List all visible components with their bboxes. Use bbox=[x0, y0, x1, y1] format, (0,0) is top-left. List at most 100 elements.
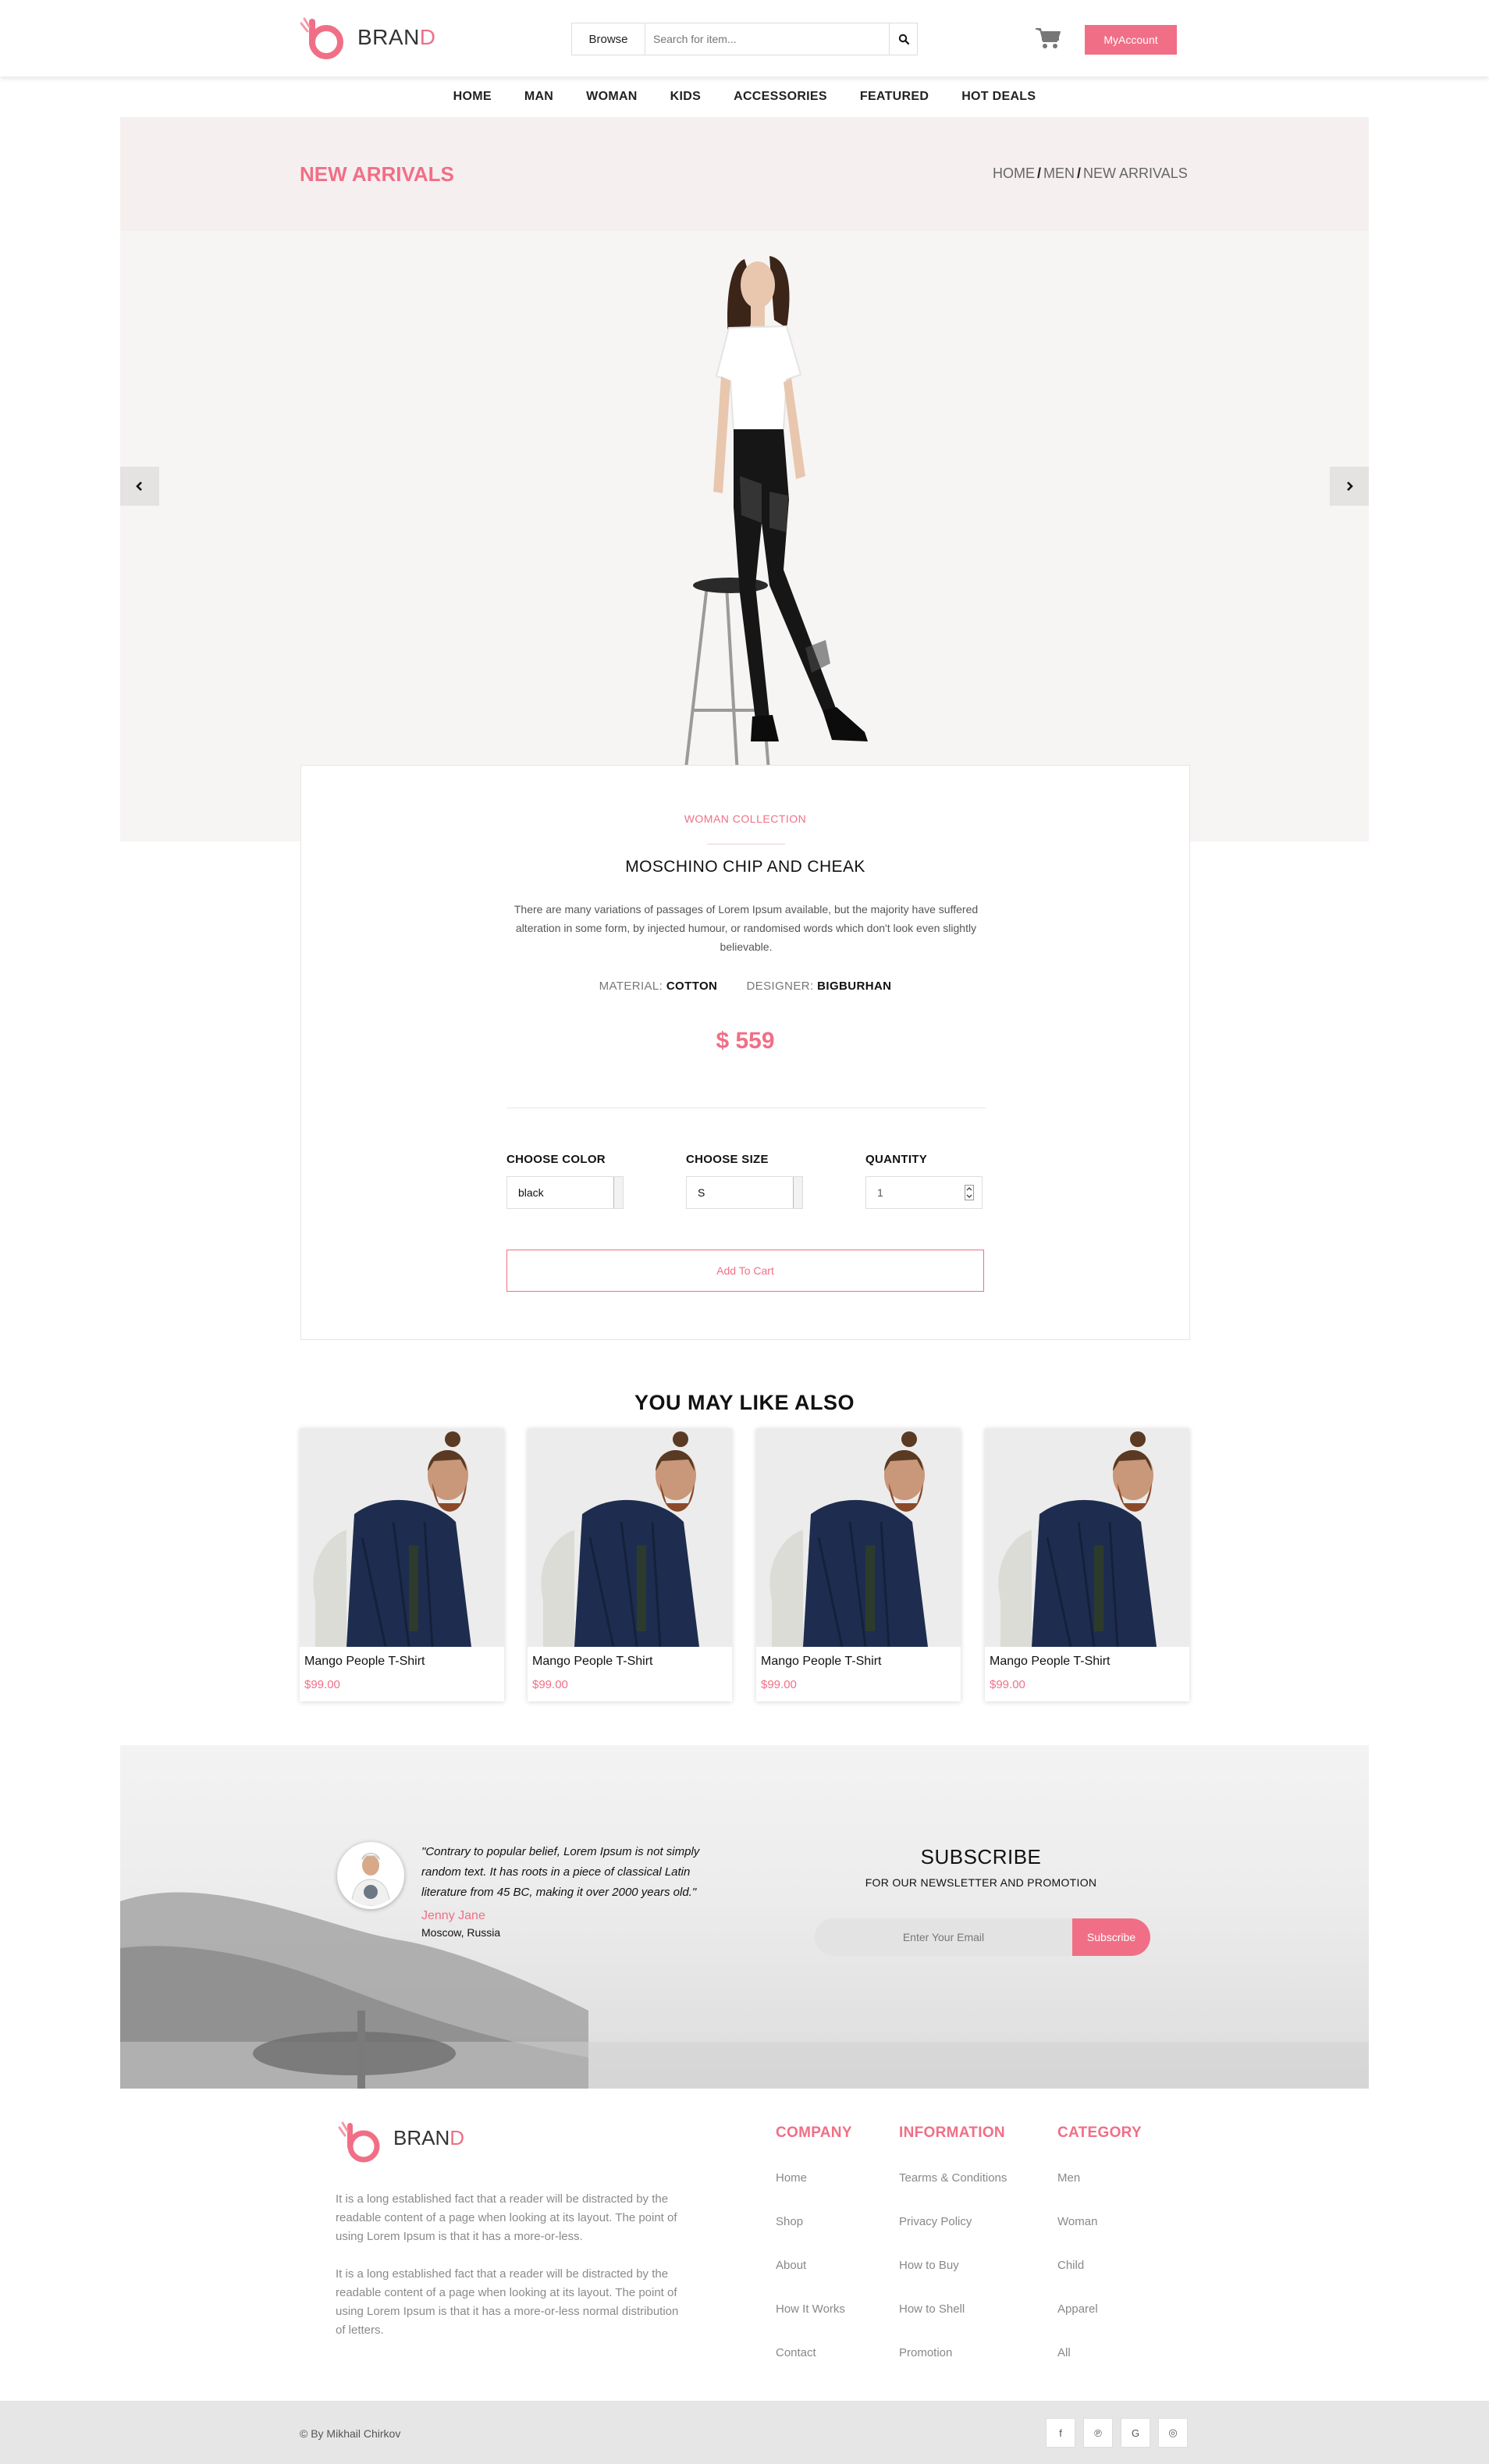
footer-link[interactable]: How to Buy bbox=[899, 2259, 959, 2272]
footer-link[interactable]: Shop bbox=[776, 2215, 803, 2228]
pinterest-icon[interactable]: ℗ bbox=[1083, 2418, 1113, 2448]
quantity-value: 1 bbox=[877, 1186, 883, 1199]
footer-link[interactable]: Contact bbox=[776, 2346, 816, 2359]
material-label: MATERIAL: bbox=[599, 980, 663, 993]
nav-hot-deals[interactable]: HOT DEALS bbox=[945, 90, 1052, 104]
related-product-card[interactable]: Mango People T-Shirt $99.00 bbox=[528, 1428, 732, 1701]
stepper-arrows-icon[interactable] bbox=[965, 1185, 974, 1200]
designer-value: BIGBURHAN bbox=[817, 980, 892, 993]
material-value: COTTON bbox=[666, 980, 718, 993]
related-product-price: $99.00 bbox=[532, 1678, 568, 1691]
nav-accessories[interactable]: ACCESSORIES bbox=[717, 90, 844, 104]
product-price: $ 559 bbox=[716, 1028, 775, 1054]
related-product-name[interactable]: Mango People T-Shirt bbox=[761, 1655, 881, 1669]
chevron-right-icon bbox=[1347, 482, 1353, 491]
search-input[interactable] bbox=[645, 23, 889, 55]
product-description: There are many variations of passages of… bbox=[514, 903, 979, 953]
site-header: BRAND Browse MyAccount bbox=[0, 0, 1489, 76]
related-section-title: YOU MAY LIKE ALSO bbox=[634, 1391, 855, 1414]
brand-logo[interactable]: BRAND bbox=[298, 14, 454, 64]
footer-link[interactable]: All bbox=[1057, 2346, 1071, 2359]
footer-bottom-bar bbox=[0, 2401, 1489, 2464]
related-product-price: $99.00 bbox=[761, 1678, 797, 1691]
my-account-button[interactable]: MyAccount bbox=[1085, 25, 1177, 55]
footer-link[interactable]: How to Shell bbox=[899, 2302, 965, 2316]
size-select-value: S bbox=[698, 1186, 705, 1199]
testimonial-avatar bbox=[337, 1842, 404, 1909]
related-product-name[interactable]: Mango People T-Shirt bbox=[990, 1655, 1110, 1669]
search-bar: Browse bbox=[571, 23, 918, 55]
quantity-label: QUANTITY bbox=[865, 1153, 928, 1166]
footer-about-text: It is a long established fact that a rea… bbox=[336, 2267, 679, 2337]
brand-name: BRAND bbox=[393, 2126, 465, 2149]
product-title: MOSCHINO CHIP AND CHEAK bbox=[625, 858, 865, 876]
nav-kids[interactable]: KIDS bbox=[654, 90, 717, 104]
chevron-left-icon bbox=[136, 482, 142, 491]
related-product-name[interactable]: Mango People T-Shirt bbox=[532, 1655, 652, 1669]
email-field[interactable]: Enter Your Email bbox=[815, 1918, 1072, 1956]
color-select-value: black bbox=[518, 1186, 544, 1199]
related-product-card[interactable]: Mango People T-Shirt $99.00 bbox=[756, 1428, 961, 1701]
subscribe-title: SUBSCRIBE bbox=[920, 1845, 1042, 1868]
related-product-name[interactable]: Mango People T-Shirt bbox=[304, 1655, 425, 1669]
cart-button[interactable] bbox=[1035, 27, 1061, 50]
search-button[interactable] bbox=[889, 23, 917, 55]
footer-link[interactable]: Apparel bbox=[1057, 2302, 1098, 2316]
testimonial-quote: "Contrary to popular belief, Lorem Ipsum… bbox=[421, 1845, 700, 1899]
instagram-icon[interactable]: ◎ bbox=[1158, 2418, 1188, 2448]
cart-icon bbox=[1036, 28, 1061, 48]
product-attributes: MATERIAL: COTTON DESIGNER: BIGBURHAN bbox=[301, 980, 1189, 993]
related-product-price: $99.00 bbox=[990, 1678, 1025, 1691]
browse-dropdown[interactable]: Browse bbox=[572, 23, 645, 55]
google-icon[interactable]: G bbox=[1121, 2418, 1150, 2448]
footer-link[interactable]: Home bbox=[776, 2171, 807, 2185]
product-thumbnail[interactable] bbox=[985, 1428, 1189, 1647]
footer-link[interactable]: How It Works bbox=[776, 2302, 845, 2316]
product-thumbnail[interactable] bbox=[300, 1428, 504, 1647]
related-product-card[interactable]: Mango People T-Shirt $99.00 bbox=[985, 1428, 1189, 1701]
brand-name: BRAND bbox=[357, 25, 436, 49]
footer-column-title-category: CATEGORY bbox=[1057, 2124, 1142, 2141]
subscribe-button[interactable]: Subscribe bbox=[1072, 1918, 1150, 1956]
testimonial-subscribe-band bbox=[120, 1745, 1369, 2089]
breadcrumb-men[interactable]: MEN bbox=[1043, 165, 1075, 181]
product-thumbnail[interactable] bbox=[756, 1428, 961, 1647]
footer-link[interactable]: Tearms & Conditions bbox=[899, 2171, 1007, 2185]
nav-home[interactable]: HOME bbox=[437, 90, 508, 104]
footer-link[interactable]: Men bbox=[1057, 2171, 1080, 2185]
footer-link[interactable]: Woman bbox=[1057, 2215, 1097, 2228]
product-thumbnail[interactable] bbox=[528, 1428, 732, 1647]
collection-label[interactable]: WOMAN COLLECTION bbox=[301, 812, 1189, 825]
size-select[interactable]: S bbox=[686, 1176, 803, 1209]
quantity-stepper[interactable]: 1 bbox=[865, 1176, 983, 1209]
footer-brand-logo[interactable]: BRAND bbox=[336, 2117, 492, 2167]
product-model-image bbox=[682, 256, 868, 789]
search-icon bbox=[898, 34, 909, 44]
main-nav: HOME MAN WOMAN KIDS ACCESSORIES FEATURED… bbox=[0, 76, 1489, 117]
footer-column-title-information: INFORMATION bbox=[899, 2124, 1005, 2141]
hero-section: NEW ARRIVALS HOME / MEN / NEW ARRIVALS bbox=[120, 117, 1369, 841]
brand-logo-icon bbox=[300, 17, 343, 59]
product-photo-image bbox=[756, 1428, 961, 1647]
color-select-arrow bbox=[613, 1177, 623, 1208]
page-title: NEW ARRIVALS bbox=[300, 162, 454, 186]
footer-link[interactable]: Promotion bbox=[899, 2346, 952, 2359]
add-to-cart-button[interactable]: Add To Cart bbox=[506, 1250, 984, 1292]
footer-link[interactable]: Privacy Policy bbox=[899, 2215, 972, 2228]
footer-link[interactable]: Child bbox=[1057, 2259, 1084, 2272]
avatar-image bbox=[340, 1845, 401, 1906]
color-select[interactable]: black bbox=[506, 1176, 624, 1209]
facebook-icon[interactable]: f bbox=[1046, 2418, 1075, 2448]
nav-featured[interactable]: FEATURED bbox=[844, 90, 945, 104]
testimonial-author: Jenny Jane bbox=[421, 1909, 485, 1922]
slider-prev-button[interactable] bbox=[120, 467, 159, 506]
related-product-card[interactable]: Mango People T-Shirt $99.00 bbox=[300, 1428, 504, 1701]
nav-woman[interactable]: WOMAN bbox=[570, 90, 653, 104]
slider-next-button[interactable] bbox=[1330, 467, 1369, 506]
nav-man[interactable]: MAN bbox=[508, 90, 570, 104]
product-photo-image bbox=[300, 1428, 504, 1647]
breadcrumb: HOME / MEN / NEW ARRIVALS bbox=[993, 165, 1188, 181]
product-photo-image bbox=[528, 1428, 732, 1647]
footer-link[interactable]: About bbox=[776, 2259, 806, 2272]
breadcrumb-home[interactable]: HOME bbox=[993, 165, 1035, 181]
